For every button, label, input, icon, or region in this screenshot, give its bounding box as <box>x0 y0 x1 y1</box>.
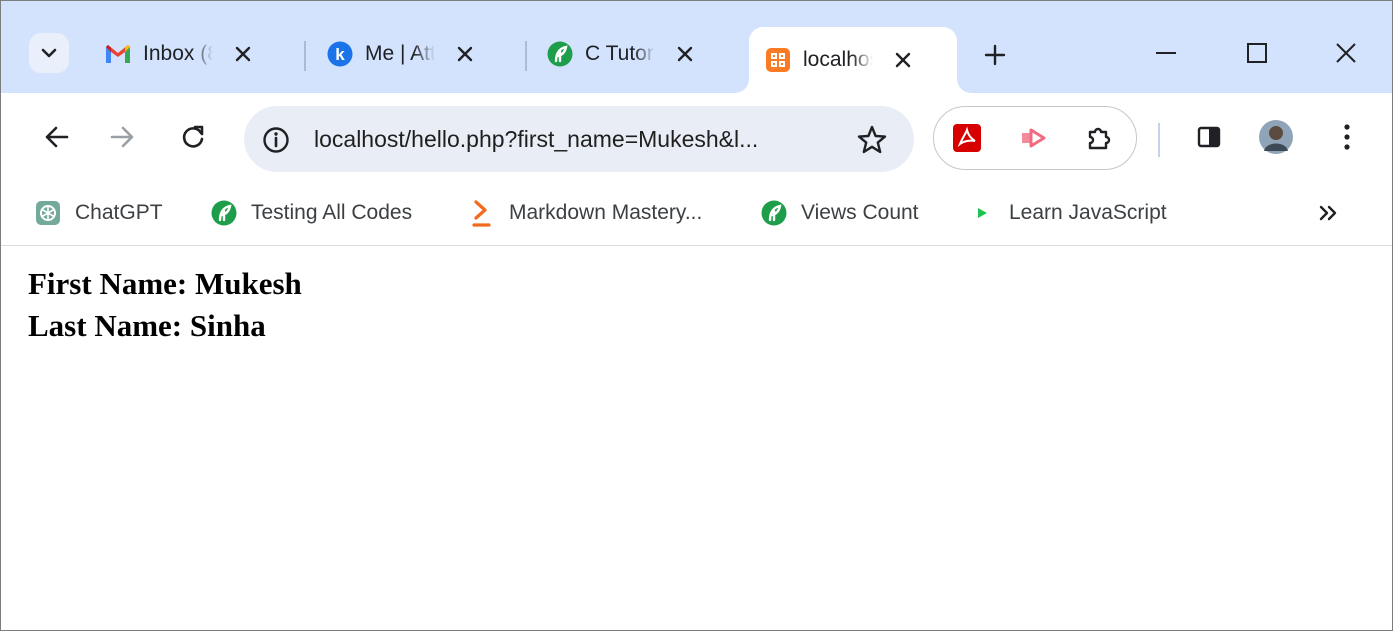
menu-button[interactable] <box>1327 117 1367 157</box>
arrow-left-icon <box>45 126 69 148</box>
green-leaf-icon <box>547 41 573 67</box>
arrow-right-icon <box>110 126 134 148</box>
chevron-down-icon <box>41 48 57 58</box>
bookmarks-bar: ChatGPT Testing All Codes Markdown Maste… <box>1 183 1392 246</box>
extensions-group <box>933 106 1137 170</box>
bookmark-learn-javascript[interactable]: Learn JavaScript <box>969 195 1167 231</box>
forward-button[interactable] <box>102 117 142 157</box>
acrobat-extension-icon[interactable] <box>952 123 982 153</box>
close-icon <box>1336 43 1356 63</box>
tab-strip: Inbox (8 k Me | Att C Tutori localhos <box>1 1 1392 93</box>
bookmark-label: Learn JavaScript <box>1009 201 1167 224</box>
tab-close-icon[interactable] <box>229 40 257 68</box>
url-text[interactable]: localhost/hello.php?first_name=Mukesh&l.… <box>314 126 758 153</box>
kebab-menu-icon <box>1344 124 1350 150</box>
screencast-extension-icon[interactable] <box>1018 123 1048 153</box>
tab-close-icon[interactable] <box>671 40 699 68</box>
side-panel-button[interactable] <box>1189 117 1229 157</box>
back-button[interactable] <box>37 117 77 157</box>
double-chevron-right-icon <box>1319 205 1337 221</box>
green-leaf-icon <box>761 200 787 226</box>
tab-inbox[interactable]: Inbox (8 <box>105 29 257 79</box>
k-circle-icon: k <box>327 41 353 67</box>
tab-title: localhos <box>803 48 873 71</box>
tab-search-button[interactable] <box>29 33 69 73</box>
green-leaf-icon <box>211 200 237 226</box>
maximize-icon <box>1247 43 1267 63</box>
first-name-text: First Name: Mukesh <box>28 266 302 301</box>
plus-icon <box>984 44 1006 66</box>
reload-icon <box>182 125 204 148</box>
bookmark-markdown-mastery[interactable]: Markdown Mastery... <box>469 195 702 231</box>
tab-localhost[interactable]: localhos <box>749 27 957 93</box>
avatar-icon <box>1259 120 1293 154</box>
minimize-icon <box>1156 52 1176 54</box>
bookmark-label: Markdown Mastery... <box>509 201 703 224</box>
page-content: First Name: Mukesh Last Name: Sinha <box>1 246 1392 630</box>
last-name-text: Last Name: Sinha <box>28 308 266 343</box>
chatgpt-icon <box>35 200 61 226</box>
bookmark-chatgpt[interactable]: ChatGPT <box>35 195 163 231</box>
tab-close-icon[interactable] <box>889 46 917 74</box>
gmail-icon <box>105 41 131 67</box>
maximize-button[interactable] <box>1235 33 1279 73</box>
side-panel-icon <box>1197 126 1221 148</box>
profile-avatar[interactable] <box>1256 117 1296 157</box>
tab-me[interactable]: k Me | Att <box>327 29 479 79</box>
minimize-button[interactable] <box>1144 33 1188 73</box>
orange-chevron-icon <box>469 200 495 227</box>
bookmark-views-count[interactable]: Views Count <box>761 195 919 231</box>
new-tab-button[interactable] <box>979 39 1011 71</box>
svg-text:k: k <box>335 45 345 64</box>
more-bookmarks-button[interactable] <box>1311 195 1347 231</box>
tab-title: Inbox (8 <box>143 42 213 65</box>
tab-title: C Tutori <box>585 42 655 65</box>
browser-window: Inbox (8 k Me | Att C Tutori localhos lo… <box>0 0 1393 631</box>
xampp-icon <box>765 47 791 73</box>
tab-c-tutorial[interactable]: C Tutori <box>547 29 699 79</box>
bookmark-label: Views Count <box>801 201 919 224</box>
bookmark-testing-all-codes[interactable]: Testing All Codes <box>211 195 412 231</box>
green-play-icon <box>969 200 995 226</box>
tab-separator <box>525 41 527 71</box>
star-icon[interactable] <box>856 124 888 156</box>
info-icon[interactable] <box>262 126 290 154</box>
close-window-button[interactable] <box>1324 33 1368 73</box>
toolbar-separator <box>1158 123 1160 157</box>
tab-close-icon[interactable] <box>451 40 479 68</box>
tab-separator <box>304 41 306 71</box>
puzzle-icon[interactable] <box>1084 123 1114 153</box>
bookmark-label: Testing All Codes <box>251 201 413 224</box>
bookmark-label: ChatGPT <box>75 201 163 224</box>
tab-title: Me | Att <box>365 42 435 65</box>
address-bar[interactable]: localhost/hello.php?first_name=Mukesh&l.… <box>244 106 914 172</box>
toolbar: localhost/hello.php?first_name=Mukesh&l.… <box>1 93 1392 183</box>
reload-button[interactable] <box>173 117 213 157</box>
